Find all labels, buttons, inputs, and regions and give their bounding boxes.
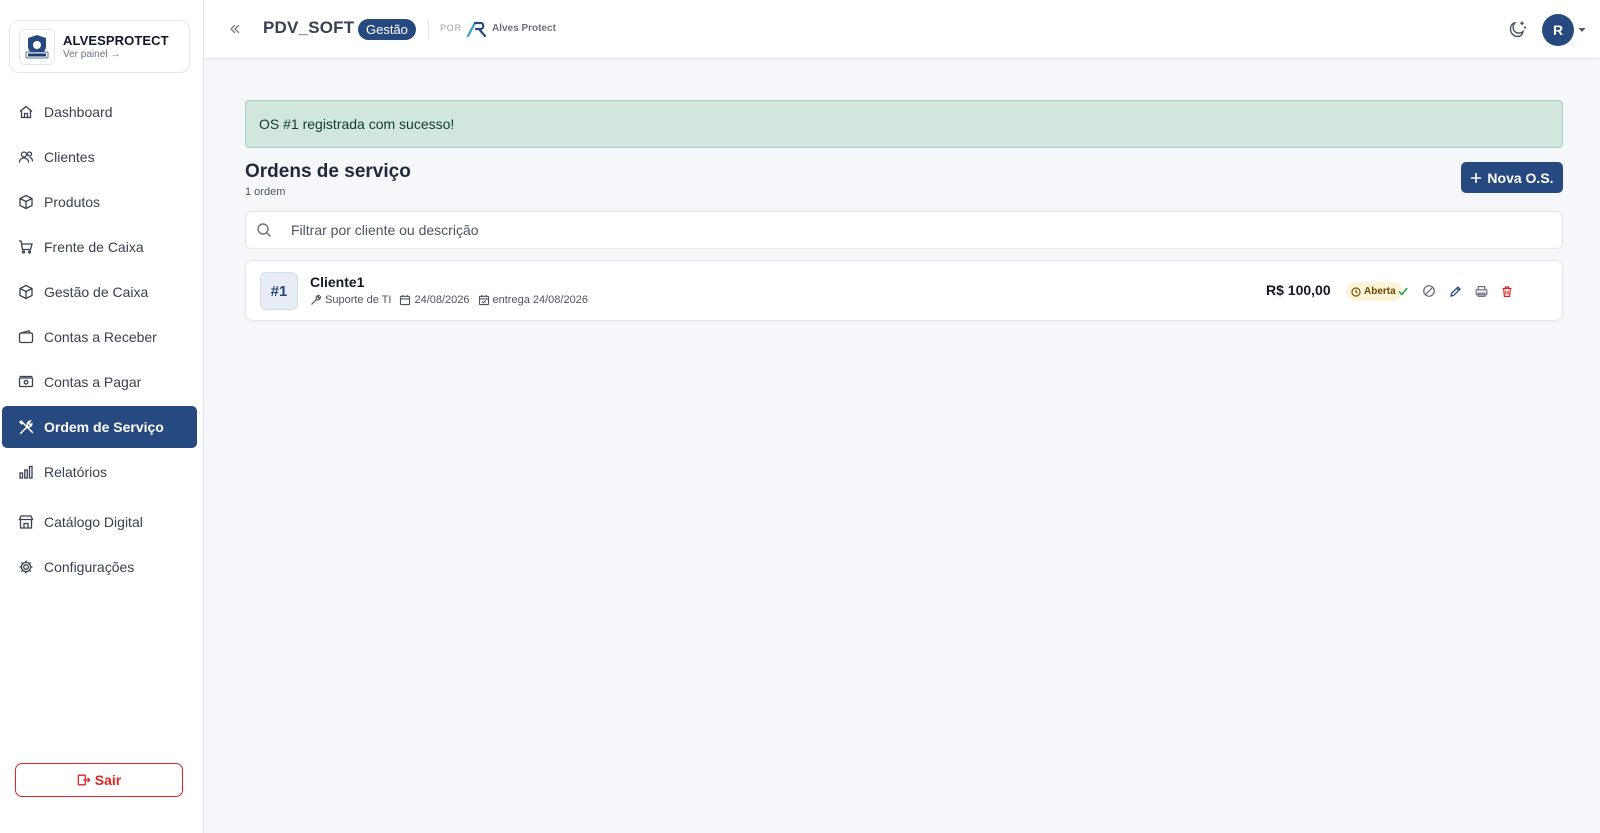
top-header: PDV_SOFT Gestão POR Alves Protect R	[204, 0, 1600, 59]
status-label: Aberta	[1364, 286, 1396, 297]
order-count: 1 ordem	[245, 186, 286, 198]
sidebar-item-label: Frente de Caixa	[44, 239, 144, 255]
sidebar-item-clientes[interactable]: Clientes	[2, 136, 197, 178]
partner-logo-icon	[466, 20, 488, 38]
banknote-icon	[16, 372, 36, 392]
order-price: R$ 100,00	[1266, 282, 1331, 298]
wrench-icon	[310, 294, 322, 306]
sidebar-item-label: Ordem de Serviço	[44, 419, 164, 435]
calendar-icon	[399, 294, 411, 306]
sidebar-item-dashboard[interactable]: Dashboard	[2, 91, 197, 133]
order-client: Cliente1	[310, 274, 365, 290]
brand-panel-link[interactable]: Ver painel →	[63, 49, 169, 60]
order-service: Suporte de TI	[310, 294, 391, 306]
sidebar-item-label: Dashboard	[44, 104, 113, 120]
sidebar-item-label: Catálogo Digital	[44, 514, 143, 530]
edit-order-button[interactable]	[1447, 283, 1463, 299]
complete-order-button[interactable]	[1395, 283, 1411, 299]
sidebar-item-ordem-de-servico[interactable]: Ordem de Serviço	[2, 406, 197, 448]
order-delivery-label: entrega 24/08/2026	[492, 294, 588, 306]
by-label: POR	[440, 23, 462, 33]
chart-icon	[16, 462, 36, 482]
cancel-order-button[interactable]	[1421, 283, 1437, 299]
new-order-label: Nova O.S.	[1487, 169, 1554, 186]
sidebar-item-relatorios[interactable]: Relatórios	[2, 451, 197, 493]
sidebar-item-configuracoes[interactable]: Configurações	[2, 546, 197, 588]
sidebar-item-label: Produtos	[44, 194, 101, 210]
search-bar	[245, 211, 1563, 249]
order-delivery: entrega 24/08/2026	[478, 294, 588, 306]
sidebar-item-label: Gestão de Caixa	[44, 284, 149, 300]
theme-toggle-button[interactable]	[1506, 17, 1530, 41]
edit-icon	[1449, 285, 1462, 298]
print-order-button[interactable]	[1473, 283, 1489, 299]
logout-label: Sair	[94, 772, 122, 788]
success-alert: OS #1 registrada com sucesso!	[245, 100, 1563, 148]
sidebar-nav: Dashboard Clientes Produtos Frente de Ca…	[2, 91, 197, 591]
page-title: Ordens de serviço	[245, 161, 411, 182]
users-icon	[16, 147, 36, 167]
box-icon	[16, 192, 36, 212]
wallet-icon	[16, 327, 36, 347]
new-order-button[interactable]: Nova O.S.	[1461, 162, 1563, 193]
sidebar-item-label: Contas a Pagar	[44, 374, 142, 390]
order-date-label: 24/08/2026	[414, 294, 470, 306]
search-input[interactable]	[291, 212, 1551, 248]
app-title: PDV_SOFT	[263, 18, 355, 37]
logout-button[interactable]: Sair	[15, 763, 183, 797]
avatar[interactable]: R	[1542, 14, 1574, 46]
order-service-label: Suporte de TI	[325, 294, 392, 306]
sidebar-item-label: Configurações	[44, 559, 135, 575]
sidebar-item-contas-a-pagar[interactable]: Contas a Pagar	[2, 361, 197, 403]
gear-icon	[16, 557, 36, 577]
sidebar: ALVESPROTECT Ver painel → Dashboard Clie…	[0, 0, 204, 833]
delete-order-button[interactable]	[1499, 283, 1515, 299]
order-number: #1	[260, 272, 298, 310]
chevrons-left-icon	[228, 22, 242, 36]
plus-icon	[1470, 172, 1482, 184]
logout-icon	[77, 773, 91, 787]
search-icon	[256, 222, 272, 238]
cancel-icon	[1422, 284, 1436, 298]
order-date: 24/08/2026	[399, 294, 470, 306]
brand-logo	[19, 28, 55, 65]
check-icon	[1397, 285, 1409, 297]
collapse-sidebar-button[interactable]	[226, 20, 244, 38]
print-icon	[1475, 285, 1488, 298]
home-icon	[16, 102, 36, 122]
brand-card[interactable]: ALVESPROTECT Ver painel →	[9, 20, 190, 73]
sidebar-item-label: Clientes	[44, 149, 95, 165]
sidebar-item-catalogo-digital[interactable]: Catálogo Digital	[2, 501, 197, 543]
box-icon	[16, 282, 36, 302]
app-badge: Gestão	[358, 19, 416, 40]
cart-icon	[16, 237, 36, 257]
order-row[interactable]: #1 Cliente1 Suporte de TI 24/08/2026 ent…	[245, 260, 1563, 321]
header-divider	[428, 19, 429, 39]
partner-name: Alves Protect	[492, 23, 556, 34]
sidebar-item-contas-a-receber[interactable]: Contas a Receber	[2, 316, 197, 358]
calendar-check-icon	[478, 294, 490, 306]
moon-stars-icon	[1508, 19, 1528, 39]
sidebar-item-frente-de-caixa[interactable]: Frente de Caixa	[2, 226, 197, 268]
tools-icon	[16, 417, 36, 437]
brand-name: ALVESPROTECT	[63, 33, 169, 48]
store-icon	[16, 512, 36, 532]
sidebar-item-label: Contas a Receber	[44, 329, 157, 345]
sidebar-item-gestao-de-caixa[interactable]: Gestão de Caixa	[2, 271, 197, 313]
clock-icon	[1351, 286, 1361, 297]
trash-icon	[1501, 285, 1513, 298]
sidebar-item-label: Relatórios	[44, 464, 108, 480]
chevron-down-icon[interactable]	[1577, 25, 1587, 35]
sidebar-item-produtos[interactable]: Produtos	[2, 181, 197, 223]
order-meta: Suporte de TI 24/08/2026 entrega 24/08/2…	[310, 294, 596, 306]
